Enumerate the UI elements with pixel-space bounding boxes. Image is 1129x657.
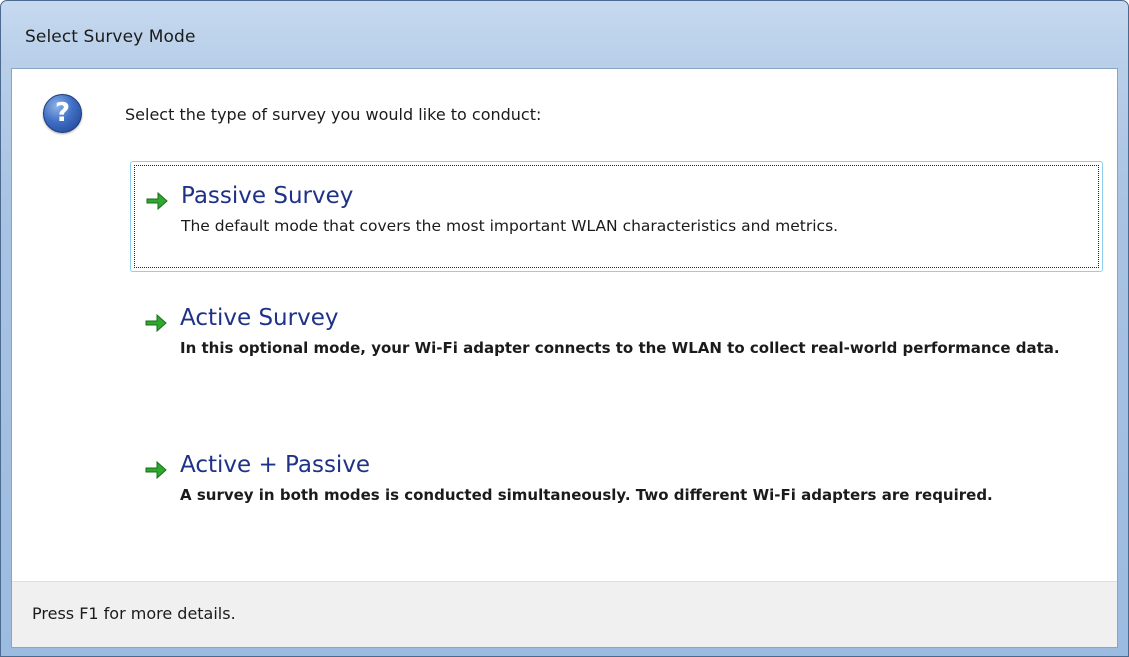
option-title: Active Survey [180, 305, 339, 331]
command-link-active-survey[interactable]: Active Survey In this optional mode, you… [130, 284, 1103, 373]
instruction-text: Select the type of survey you would like… [125, 105, 542, 124]
green-arrow-icon [145, 460, 167, 480]
footer-area: Press F1 for more details. [12, 581, 1117, 647]
dialog-content: ? Select the type of survey you would li… [11, 68, 1118, 648]
green-arrow-icon [146, 191, 168, 211]
command-link-passive-survey[interactable]: Passive Survey The default mode that cov… [130, 161, 1103, 272]
footer-help-text: Press F1 for more details. [32, 604, 236, 623]
command-link-active-passive[interactable]: Active + Passive A survey in both modes … [130, 431, 1103, 520]
question-icon-glyph: ? [54, 98, 71, 128]
option-description: The default mode that covers the most im… [181, 217, 839, 235]
window-title: Select Survey Mode [25, 27, 196, 47]
green-arrow-icon [145, 313, 167, 333]
option-description: A survey in both modes is conducted simu… [180, 486, 993, 504]
option-description: In this optional mode, your Wi-Fi adapte… [180, 339, 1060, 357]
option-title: Passive Survey [181, 183, 354, 209]
dialog-window: Select Survey Mode ? Select the type of … [0, 0, 1129, 657]
question-icon: ? [43, 94, 82, 133]
option-title: Active + Passive [180, 452, 371, 478]
